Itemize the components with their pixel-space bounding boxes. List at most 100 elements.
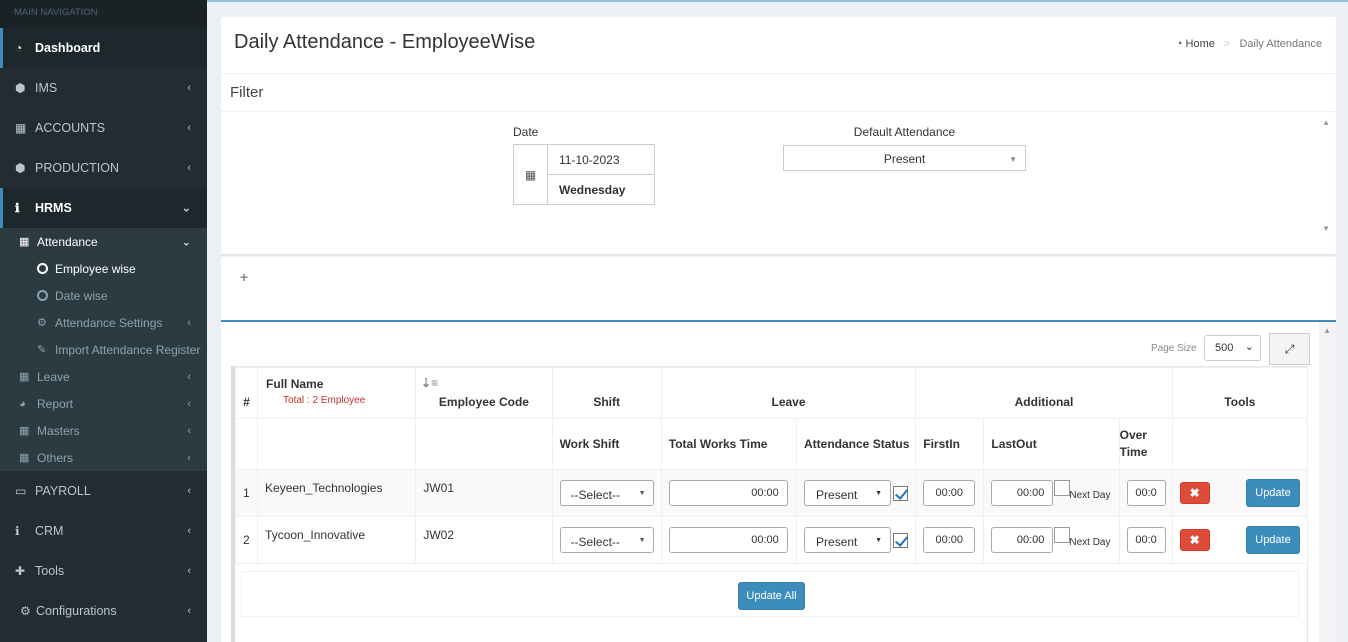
over-time-input[interactable]: 00:0	[1126, 527, 1166, 553]
dashboard-icon: ◔	[1175, 38, 1183, 50]
next-day-checkbox[interactable]	[1054, 527, 1071, 543]
default-attendance-select[interactable]: Present ▼	[783, 145, 1026, 171]
work-shift-select[interactable]: --Select-- ▼	[559, 527, 654, 553]
scrollbar[interactable]	[1319, 322, 1336, 642]
plus-icon[interactable]: +	[240, 269, 248, 285]
delete-button[interactable]: ✖	[1179, 482, 1210, 504]
sidebar-item-masters[interactable]: ▦ Masters ‹	[0, 417, 207, 444]
attendance-checkbox[interactable]	[893, 485, 909, 501]
date-label: Date	[513, 125, 539, 139]
row-full-name: Keyeen_Technologies	[257, 469, 417, 517]
subcol-work-shift: Work Shift	[551, 418, 662, 470]
info-icon: ℹ	[15, 524, 20, 538]
sidebar-item-label: HRMS	[35, 201, 72, 215]
subcol-last-out: LastOut	[983, 418, 1120, 470]
subcol-empty	[257, 418, 417, 470]
first-in-input[interactable]: 00:00	[923, 480, 976, 506]
circle-icon	[37, 290, 48, 301]
date-picker[interactable]: ▦ 11-10-2023 Wednesday	[513, 144, 655, 205]
row-employee-code: JW01	[415, 469, 553, 517]
chevron-left-icon: ‹	[187, 316, 191, 329]
sidebar-item-label: Date wise	[55, 288, 108, 303]
work-shift-select[interactable]: --Select-- ▼	[559, 480, 654, 506]
delete-button[interactable]: ✖	[1179, 529, 1210, 551]
chevron-left-icon: ‹	[187, 525, 191, 537]
subcol-empty	[234, 418, 259, 470]
sidebar-item-label: IMS	[35, 81, 58, 95]
sidebar-item-label: Dashboard	[35, 41, 101, 55]
col-full-name[interactable]: Full Name ⇣≡ Total : 2 Employee	[257, 367, 438, 419]
caret-down-icon: ▼	[638, 537, 646, 544]
sidebar-item-leave[interactable]: ▦ Leave ‹	[0, 363, 207, 390]
over-time-input[interactable]: 00:0	[1126, 480, 1166, 506]
sidebar-item-attendance[interactable]: ▦ Attendance ⌄	[0, 228, 207, 255]
sidebar-item-dashboard[interactable]: ◔ Dashboard	[0, 28, 207, 68]
sidebar-item-attendance-settings[interactable]: ⚙ Attendance Settings ‹	[0, 309, 207, 336]
chevron-left-icon: ‹	[187, 162, 191, 174]
col-full-name-label: Full Name	[266, 377, 324, 391]
update-all-button[interactable]: Update All	[738, 582, 805, 610]
sidebar-item-employee-wise[interactable]: Employee wise	[0, 255, 207, 282]
sort-icon[interactable]: ⇣≡	[421, 376, 438, 390]
default-attendance-label: Default Attendance	[853, 125, 956, 139]
row-status-cell: Present ▼	[796, 516, 917, 564]
filter-panel: Filter ▲ ▼ Date ▦ 11-10-2023 Wednesday D…	[221, 74, 1336, 256]
sidebar: MAIN NAVIGATION ◔ Dashboard ⬢ IMS ‹ ▦ AC…	[0, 0, 207, 642]
page-size-select[interactable]: 500 ⌄	[1204, 335, 1261, 361]
last-out-input[interactable]: 00:00	[991, 527, 1054, 553]
circle-icon	[37, 263, 48, 274]
chevron-left-icon: ‹	[187, 605, 191, 617]
date-input[interactable]: 11-10-2023	[548, 145, 654, 175]
row-num: 2	[234, 516, 259, 564]
col-shift: Shift	[551, 367, 662, 419]
last-out-input[interactable]: 00:00	[991, 480, 1054, 506]
row-shift-cell: --Select-- ▼	[551, 469, 662, 517]
collapsed-panel: +	[221, 257, 1336, 321]
table-row: 1 Keyeen_Technologies JW01 --Select-- ▼ …	[234, 469, 1309, 517]
first-in-input[interactable]: 00:00	[923, 527, 976, 553]
sidebar-item-configurations[interactable]: ⚙ Configurations ‹	[0, 591, 207, 631]
scroll-up-icon[interactable]: ▲	[1323, 326, 1331, 335]
row-employee-code: JW02	[415, 516, 553, 564]
total-works-time-input[interactable]: 00:00	[668, 480, 788, 506]
sidebar-item-crm[interactable]: ℹ CRM ‹	[0, 511, 207, 551]
calculator-icon: ▦	[15, 121, 27, 135]
sidebar-item-ims[interactable]: ⬢ IMS ‹	[0, 68, 207, 108]
sidebar-item-accounts[interactable]: ▦ ACCOUNTS ‹	[0, 108, 207, 148]
sidebar-item-others[interactable]: ▦ Others ‹	[0, 444, 207, 471]
filter-heading: Filter	[221, 74, 1336, 112]
breadcrumb-home-label: Home	[1185, 38, 1215, 50]
grid-icon: ▦	[19, 425, 30, 437]
cogs-icon: ⚙	[20, 604, 31, 618]
last-out-group: 00:00 Next Day	[991, 527, 1111, 553]
subcol-empty	[1171, 418, 1309, 470]
cubes-icon: ⬢	[15, 161, 26, 175]
update-button[interactable]: Update	[1246, 526, 1300, 554]
sidebar-item-date-wise[interactable]: Date wise	[0, 282, 207, 309]
chevron-left-icon: ‹	[187, 82, 191, 94]
total-works-time-input[interactable]: 00:00	[668, 527, 788, 553]
attendance-checkbox[interactable]	[893, 532, 909, 548]
sidebar-item-import-attendance[interactable]: ✎ Import Attendance Register	[0, 336, 207, 363]
info-icon: ℹ	[15, 201, 20, 215]
attendance-status-select[interactable]: Present ▼	[804, 480, 892, 506]
expand-button[interactable]: ⤢	[1269, 333, 1310, 365]
sidebar-item-hrms[interactable]: ℹ HRMS ⌄	[0, 188, 207, 228]
scroll-up-icon[interactable]: ▲	[1322, 118, 1330, 127]
update-button[interactable]: Update	[1246, 479, 1300, 507]
next-day-checkbox[interactable]	[1054, 480, 1071, 496]
breadcrumb-home[interactable]: ◔ Home	[1176, 38, 1218, 50]
sidebar-item-payroll[interactable]: ▭ PAYROLL ‹	[0, 471, 207, 511]
sidebar-item-report[interactable]: ◕ Report ‹	[0, 390, 207, 417]
status-group: Present ▼	[804, 480, 909, 506]
sidebar-item-production[interactable]: ⬢ PRODUCTION ‹	[0, 148, 207, 188]
gear-icon: ⚙	[37, 317, 47, 329]
attendance-status-select[interactable]: Present ▼	[804, 527, 892, 553]
attendance-grid-panel: ▲ Page Size 500 ⌄ ⤢ # Full Name ⇣≡ Total…	[221, 320, 1336, 642]
calendar-icon[interactable]: ▦	[514, 145, 548, 204]
sidebar-item-tools[interactable]: ✚ Tools ‹	[0, 551, 207, 591]
chevron-down-icon: ⌄	[181, 236, 191, 248]
scroll-down-icon[interactable]: ▼	[1322, 224, 1330, 233]
sidebar-header: MAIN NAVIGATION	[0, 0, 207, 28]
sidebar-item-label: CRM	[35, 524, 64, 538]
